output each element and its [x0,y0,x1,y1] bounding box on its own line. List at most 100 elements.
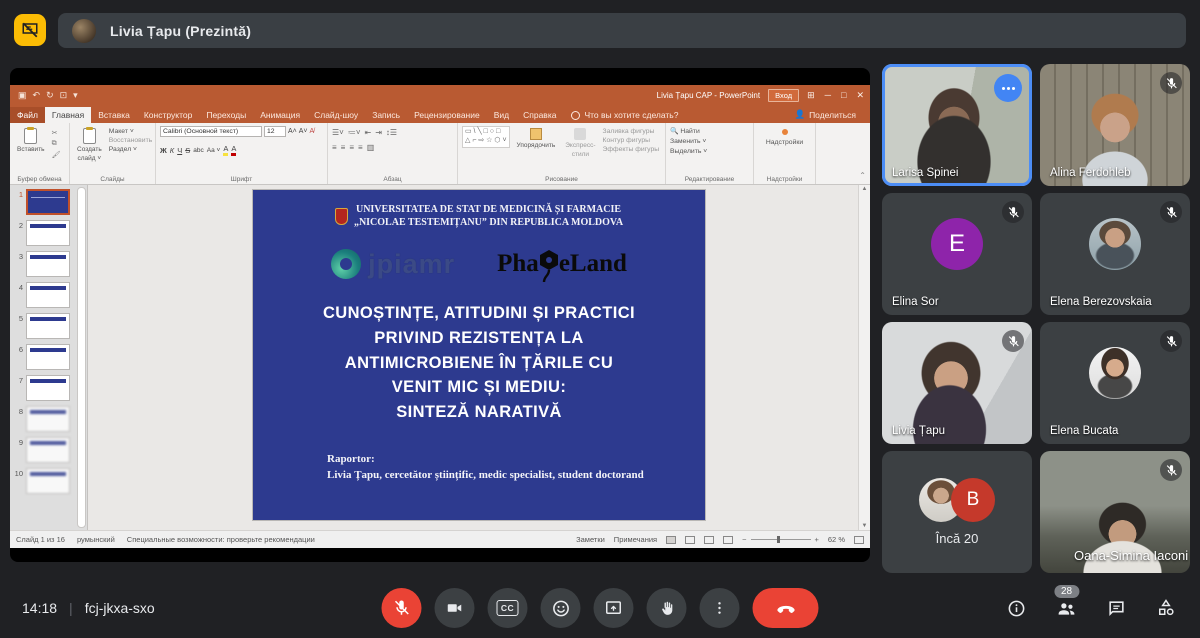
slideshow-view-icon [723,536,733,544]
slide-sorter-view-icon [685,536,695,544]
camera-button[interactable] [435,588,475,628]
captions-button[interactable]: CC [488,588,528,628]
start-slideshow-icon: ⊡ [60,90,68,101]
underline-button: Ч [177,146,182,155]
present-icon [605,599,623,617]
reactions-button[interactable] [541,588,581,628]
end-call-button[interactable] [753,588,819,628]
fit-slide-icon [854,536,864,544]
tab-transitions: Переходы [199,107,253,123]
shape-fill-button: Заливка фигуры [603,128,660,135]
tab-file: Файл [10,107,45,123]
slide-thumbnail-6 [26,344,70,370]
thumb-number: 5 [12,313,23,323]
shape-outline-button: Контур фигуры [603,137,660,144]
new-slide-icon [83,128,96,144]
columns-icon: ▥ [367,143,375,152]
participant-name: Elina Sor [892,296,939,308]
zoom-slider: −+ [742,535,819,544]
stop-sharing-button[interactable] [14,14,46,46]
tile-elena-bucata[interactable]: Elena Bucata [1040,322,1190,444]
presenter-pill[interactable]: Livia Țapu (Prezintă) [58,13,1186,48]
slide-thumbnail-3 [26,251,70,277]
slide-thumbnail-1 [26,189,70,215]
slide-thumbnail-4 [26,282,70,308]
participant-name: Larisa Spinei [892,167,958,179]
ppt-signin-button: Вход [768,89,799,102]
ribbon-display-icon: ⊞ [807,90,815,101]
reset-button: Восстановить [109,137,153,144]
addins-group: Надстройки Надстройки [754,123,816,184]
tile-elena-berezovskaia[interactable]: Elena Berezovskaia [1040,193,1190,315]
font-color-button: А [231,144,236,156]
tile-overflow-inca-20[interactable]: B Încă 20 [882,451,1032,573]
raise-hand-button[interactable] [647,588,687,628]
thumbnail-scrollbar [77,187,86,528]
tile-oana-simina-iaconi[interactable]: Oana-Simina Iaconi [1040,451,1190,573]
activities-icon [1156,598,1176,618]
strike-button: S [185,146,190,155]
tab-slideshow: Слайд-шоу [307,107,365,123]
thumb-number: 7 [12,375,23,385]
align-center-icon: ≡ [341,143,346,152]
clock: 14:18 [22,600,57,616]
more-options-button[interactable] [700,588,740,628]
close-icon: ✕ [856,90,864,101]
arrange-icon [530,128,542,140]
university-line2: „NICOLAE TESTEMIȚANU” DIN REPUBLICA MOLD… [354,216,623,229]
participant-name: Oana-Simina Iaconi [1074,548,1188,563]
chat-button[interactable] [1107,599,1126,618]
meeting-code: fcj-jkxa-sxo [85,600,155,616]
jpiamr-ring-icon [331,249,361,279]
activities-button[interactable] [1156,598,1176,618]
avatar-initial: E [931,218,983,270]
end-call-icon [775,598,796,619]
mic-off-icon [1160,330,1182,352]
participant-name: Elena Berezovskaia [1050,296,1152,308]
meet-bottom-bar: 14:18 | fcj-jkxa-sxo CC [0,578,1200,638]
meeting-details-button[interactable] [1007,599,1026,618]
align-right-icon: ≡ [349,143,354,152]
indent-more-icon: ⇥ [375,128,382,137]
font-group: Calibri (Основной текст) 12 А˄ А˅ А̸ Ж К… [156,123,328,184]
raportor-block: Raportor: Livia Țapu, cercetător științi… [327,451,705,484]
ppt-title-bar: ▣ ↶ ↻ ⊡ ▾ Livia Țapu CAP - PowerPoint Вх… [10,85,870,105]
highlight-button: А [223,144,228,156]
thumb-number: 6 [12,344,23,354]
ppt-ribbon: Вставить ✂ ⧉ 🖌 Буфер обмена Создать слай… [10,123,870,185]
slide-thumbnail-7 [26,375,70,401]
tile-livia-tapu[interactable]: Livia Țapu [882,322,1032,444]
mic-off-icon [1160,201,1182,223]
slide-thumbnail-5 [26,313,70,339]
tile-elina-sor[interactable]: E Elina Sor [882,193,1032,315]
tile-alina-ferdohleb[interactable]: Alina Ferdohleb [1040,64,1190,186]
tab-view: Вид [487,107,516,123]
grow-font-icon: А˄ [288,128,297,135]
presenter-avatar [72,19,96,43]
present-button[interactable] [594,588,634,628]
presenter-name: Livia Țapu (Prezintă) [110,23,251,39]
tile-options-button[interactable] [994,74,1022,102]
maximize-icon: □ [841,90,846,101]
ribbon-spacer: ⌃ [816,123,870,184]
videocam-icon [446,599,464,617]
shapes-gallery: ▭ \ ╲ □ ○ □ △ ⌐ ⇨ ☆ ⬡ ˅ [462,126,510,148]
ppt-quick-access-toolbar: ▣ ↶ ↻ ⊡ ▾ [18,90,78,101]
tell-me-box: Что вы хотите сделать? [571,110,678,123]
mic-button[interactable] [382,588,422,628]
slide-canvas: UNIVERSITATEA DE STAT DE MEDICINĂ ȘI FAR… [88,185,870,530]
select-button: Выделить ˅ [670,148,707,155]
powerpoint-window: ▣ ↶ ↻ ⊡ ▾ Livia Țapu CAP - PowerPoint Вх… [10,85,870,548]
tab-review: Рецензирование [407,107,487,123]
participants-button[interactable]: 28 [1056,598,1077,619]
more-vert-icon [712,600,728,616]
person-icon: 👤 [794,109,805,120]
thumb-number: 1 [12,189,23,199]
section-button: Раздел ˅ [109,146,153,153]
tile-larisa-spinei[interactable]: Larisa Spinei [882,64,1032,186]
participant-name: Elena Bucata [1050,425,1118,437]
shared-screen-tile[interactable]: ▣ ↶ ↻ ⊡ ▾ Livia Țapu CAP - PowerPoint Вх… [10,68,870,562]
shrink-font-icon: А˅ [299,128,308,135]
slides-group: Создать слайд ˅ Макет ˅ Восстановить Раз… [70,123,156,184]
minimize-icon: ─ [825,90,831,101]
